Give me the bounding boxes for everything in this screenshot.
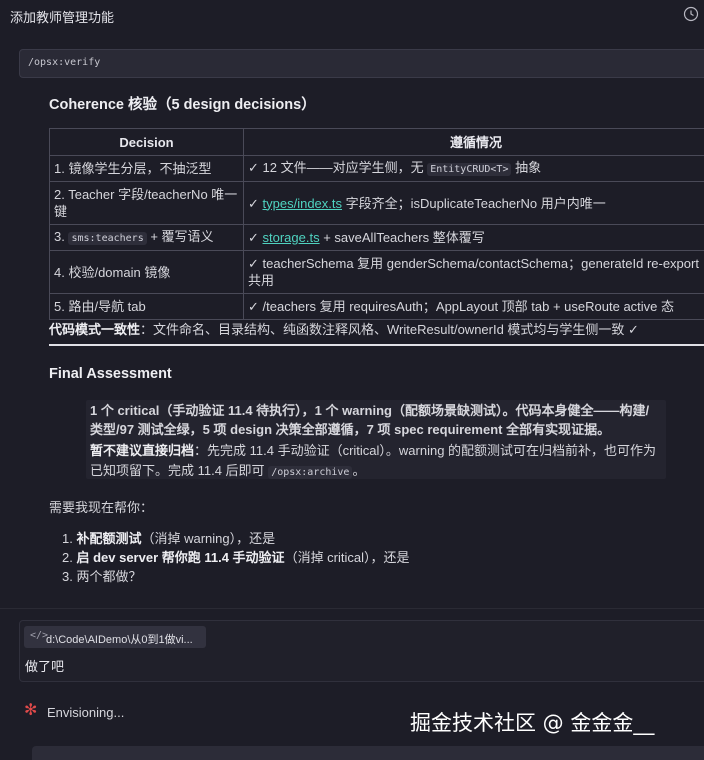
check-mark: ✓ xyxy=(248,230,263,245)
clock-icon[interactable] xyxy=(683,6,699,22)
coherence-heading: Coherence 核验（5 design decisions） xyxy=(49,93,316,114)
option-title: 补配额测试 xyxy=(76,531,141,546)
list-item: 2. 启 dev server 帮你跑 11.4 手动验证（消掉 critica… xyxy=(62,548,410,567)
decision-cell: 2. Teacher 字段/teacherNo 唯一键 xyxy=(50,182,244,225)
table-row: 2. Teacher 字段/teacherNo 唯一键 ✓ types/inde… xyxy=(50,182,704,225)
option-number: 3. xyxy=(62,569,76,584)
assessment-quote: 1 个 critical（手动验证 11.4 待执行），1 个 warning（… xyxy=(86,400,666,479)
compliance-cell: ✓ storage.ts + saveAllTeachers 整体覆写 xyxy=(244,225,704,251)
path-text: d:\Code\AIDemo\从0到1做vi... xyxy=(46,631,193,647)
table-row: 3. sms:teachers + 覆写语义 ✓ storage.ts + sa… xyxy=(50,225,704,251)
compliance-text: ✓ 12 文件——对应学生侧，无 xyxy=(248,160,427,175)
compliance-cell: ✓ /teachers 复用 requiresAuth；AppLayout 顶部… xyxy=(244,294,704,320)
compliance-text: 字段齐全；isDuplicateTeacherNo 用户内唯一 xyxy=(342,196,606,211)
compliance-cell: ✓ 12 文件——对应学生侧，无 EntityCRUD<T> 抽象 xyxy=(244,156,704,182)
path-chip[interactable]: </> d:\Code\AIDemo\从0到1做vi... xyxy=(24,626,206,648)
decision-cell: 4. 校验/domain 镜像 xyxy=(50,251,244,294)
decision-cell: 1. 镜像学生分层，不抽泛型 xyxy=(50,156,244,182)
list-item: 3. 两个都做？ xyxy=(62,567,410,586)
decision-cell: 3. sms:teachers + 覆写语义 xyxy=(50,225,244,251)
command-text: /opsx:verify xyxy=(28,57,100,68)
command-block: /opsx:verify xyxy=(19,49,704,78)
option-number: 1. xyxy=(62,531,76,546)
file-link[interactable]: storage.ts xyxy=(263,230,320,245)
recommendation-label: 暂不建议直接归档 xyxy=(90,443,194,458)
assessment-line: 1 个 critical（手动验证 11.4 待执行），1 个 warning（… xyxy=(90,401,649,420)
coherence-table: Decision 遵循情况 1. 镜像学生分层，不抽泛型 ✓ 12 文件——对应… xyxy=(49,128,704,320)
header-decision: Decision xyxy=(50,129,244,156)
ask-prompt: 需要我现在帮你： xyxy=(49,497,153,516)
user-message: 做了吧 xyxy=(25,656,64,675)
options-list: 1. 补配额测试（消掉 warning），还是 2. 启 dev server … xyxy=(62,529,410,586)
compliance-text: 抽象 xyxy=(511,160,541,175)
watermark: 掘金技术社区 @ 金金金__ xyxy=(410,707,654,737)
consistency-label: 代码模式一致性 xyxy=(49,322,140,337)
table-row: 5. 路由/导航 tab ✓ /teachers 复用 requiresAuth… xyxy=(50,294,704,320)
inline-code: EntityCRUD<T> xyxy=(427,163,511,176)
option-text: 两个都做？ xyxy=(76,569,141,584)
table-header-row: Decision 遵循情况 xyxy=(50,129,704,156)
decision-text: 3. xyxy=(54,229,68,244)
consistency-note: 代码模式一致性：文件命名、目录结构、纯函数注释风格、WriteResult/ow… xyxy=(49,319,639,338)
list-item: 1. 补配额测试（消掉 warning），还是 xyxy=(62,529,410,548)
window-title: 添加教师管理功能 xyxy=(10,7,114,26)
assessment-line: 暂不建议直接归档：先完成 11.4 手动验证（critical）。warning… xyxy=(90,441,656,460)
divider xyxy=(0,608,704,609)
file-link[interactable]: types/index.ts xyxy=(263,196,343,211)
compliance-cell: ✓ teacherSchema 复用 genderSchema/contactS… xyxy=(244,251,704,294)
final-heading: Final Assessment xyxy=(49,366,172,382)
table-row: 4. 校验/domain 镜像 ✓ teacherSchema 复用 gende… xyxy=(50,251,704,294)
assessment-text: 。 xyxy=(352,463,365,478)
decision-cell: 5. 路由/导航 tab xyxy=(50,294,244,320)
divider xyxy=(49,344,704,346)
asterisk-icon: ✻ xyxy=(24,703,38,719)
option-text: （消掉 warning），还是 xyxy=(141,531,275,546)
consistency-text: ：文件命名、目录结构、纯函数注释风格、WriteResult/ownerId 模… xyxy=(140,322,639,337)
table-row: 1. 镜像学生分层，不抽泛型 ✓ 12 文件——对应学生侧，无 EntityCR… xyxy=(50,156,704,182)
header-compliance: 遵循情况 xyxy=(244,129,704,156)
title-bar: 添加教师管理功能 xyxy=(0,0,704,30)
assessment-line: 已知项留下。完成 11.4 后即可 /opsx:archive。 xyxy=(90,461,365,482)
option-text: （消掉 critical），还是 xyxy=(285,550,410,565)
assessment-line: 类型/97 测试全绿，5 项 design 决策全部遵循，7 项 spec re… xyxy=(90,420,610,439)
option-title: 启 dev server 帮你跑 11.4 手动验证 xyxy=(76,550,284,565)
inline-code: sms:teachers xyxy=(68,232,146,245)
assessment-text: 已知项留下。完成 11.4 后即可 xyxy=(90,463,268,478)
decision-text: + 覆写语义 xyxy=(147,229,214,244)
status-text: Envisioning... xyxy=(47,705,124,720)
recommendation-text: ：先完成 11.4 手动验证（critical）。warning 的配额测试可在… xyxy=(194,443,656,458)
inline-code: /opsx:archive xyxy=(268,466,352,479)
option-number: 2. xyxy=(62,550,76,565)
input-bar[interactable] xyxy=(32,746,704,760)
check-mark: ✓ xyxy=(248,196,263,211)
compliance-cell: ✓ types/index.ts 字段齐全；isDuplicateTeacher… xyxy=(244,182,704,225)
compliance-text: + saveAllTeachers 整体覆写 xyxy=(320,230,485,245)
